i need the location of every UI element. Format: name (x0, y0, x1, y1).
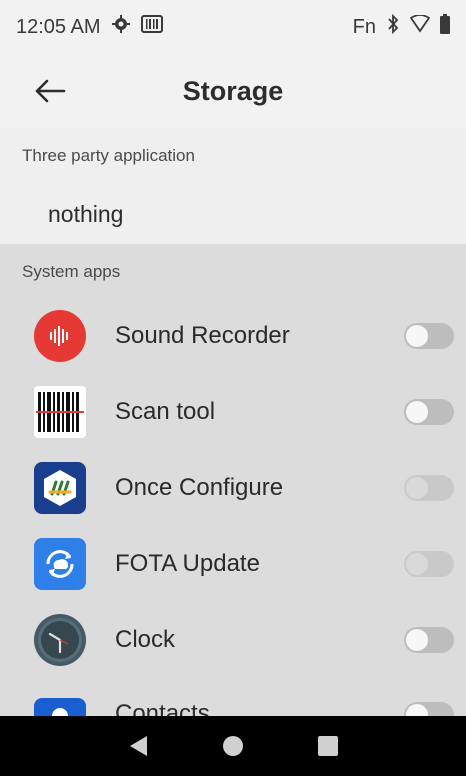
wifi-icon (409, 14, 431, 39)
sound-recorder-icon (34, 310, 86, 362)
page-title: Storage (182, 75, 284, 106)
app-toggle[interactable] (404, 551, 454, 577)
app-bar: Storage (0, 54, 466, 128)
app-toggle[interactable] (404, 399, 454, 425)
app-row-fota-update[interactable]: FOTA Update (0, 526, 466, 602)
fota-update-icon (34, 538, 86, 590)
recents-nav-icon[interactable] (308, 726, 348, 766)
app-name: Clock (115, 626, 176, 653)
back-nav-icon[interactable] (118, 726, 158, 766)
app-name: Sound Recorder (115, 322, 290, 349)
third-party-empty-text: nothing (0, 184, 466, 244)
battery-icon (440, 14, 450, 40)
barcode-status-icon (140, 14, 163, 40)
section-header-system-apps: System apps (0, 244, 466, 300)
clock-icon (34, 614, 86, 666)
bluetooth-icon (386, 13, 400, 40)
barcode-icon (34, 386, 86, 438)
app-row-once-configure[interactable]: Once Configure (0, 450, 466, 526)
navigation-bar (0, 716, 466, 776)
app-row-scan-tool[interactable]: Scan tool (0, 374, 466, 450)
home-nav-icon[interactable] (213, 726, 253, 766)
app-row-clock[interactable]: Clock (0, 602, 466, 678)
app-name: FOTA Update (115, 550, 260, 577)
app-row-sound-recorder[interactable]: Sound Recorder (0, 298, 466, 374)
settings-gear-icon (111, 14, 131, 40)
app-toggle[interactable] (404, 475, 454, 501)
app-name: Once Configure (115, 474, 284, 501)
status-time: 12:05 AM (16, 15, 101, 38)
section-header-third-party: Three party application (0, 128, 466, 184)
app-toggle[interactable] (404, 323, 454, 349)
status-bar: 12:05 AM Fn (0, 0, 466, 54)
app-toggle[interactable] (404, 627, 454, 653)
app-name: Scan tool (115, 398, 216, 425)
fn-indicator: Fn (352, 15, 376, 38)
once-configure-icon (34, 462, 86, 514)
back-arrow-icon[interactable] (32, 74, 68, 108)
